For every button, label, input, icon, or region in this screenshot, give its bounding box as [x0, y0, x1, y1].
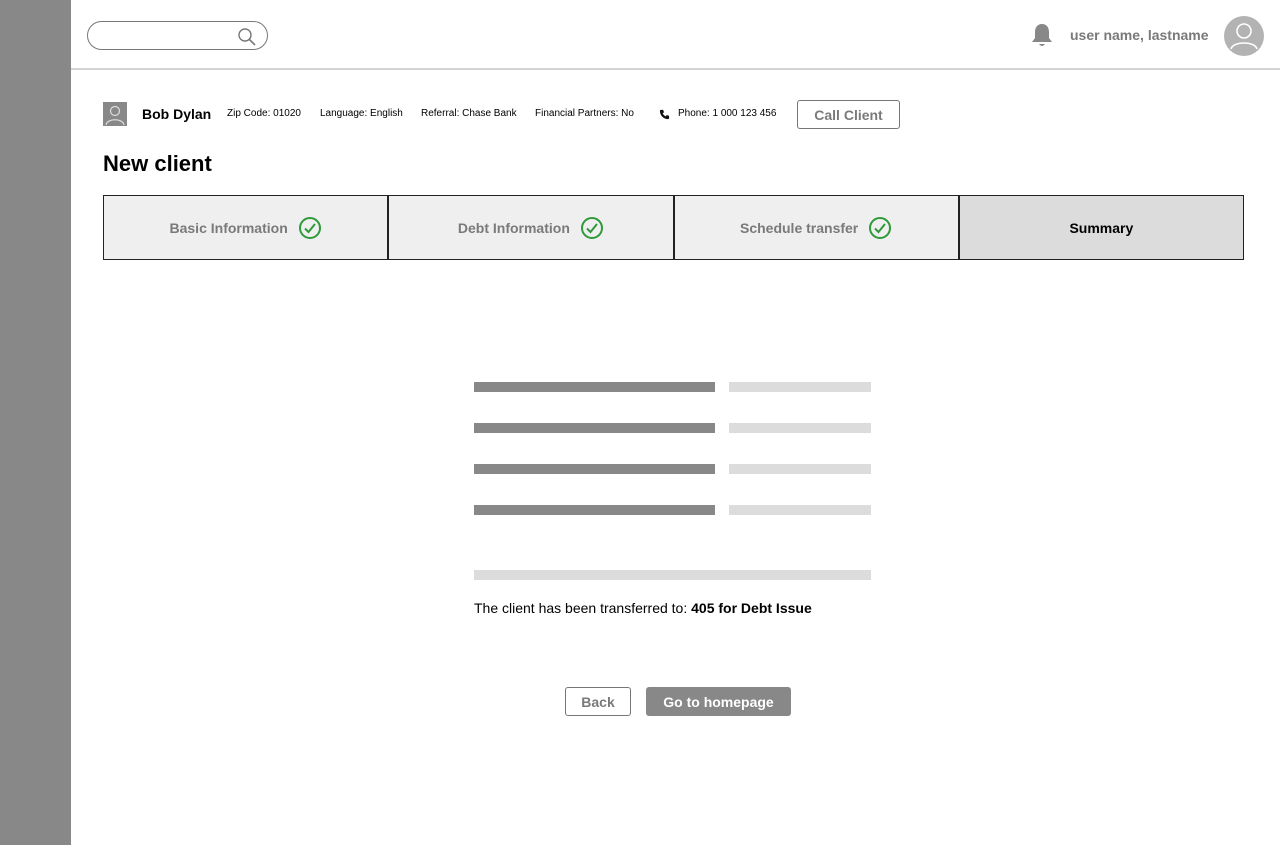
client-avatar: [103, 102, 127, 126]
wizard-steps: Basic Information Debt Information Sched…: [103, 195, 1244, 260]
client-user-icon: [105, 105, 125, 126]
search-input[interactable]: [98, 26, 233, 46]
go-to-homepage-button[interactable]: Go to homepage: [646, 687, 791, 716]
summary-value-placeholder: [729, 505, 871, 515]
step-label: Basic Information: [169, 219, 288, 236]
check-circle-icon: [869, 216, 892, 239]
summary-value-placeholder: [729, 423, 871, 433]
summary-divider-placeholder: [474, 570, 871, 580]
summary-label-placeholder: [474, 505, 715, 515]
page-title: New client: [103, 151, 212, 176]
step-label: Schedule transfer: [739, 219, 859, 236]
top-bar: user name, lastname: [71, 0, 1280, 70]
client-phone: Phone: 1 000 123 456: [678, 108, 777, 119]
step-schedule-transfer[interactable]: Schedule transfer: [674, 196, 960, 259]
user-icon: [1230, 23, 1258, 50]
summary-label-placeholder: [474, 464, 715, 474]
search-icon[interactable]: [237, 27, 257, 47]
check-circle-icon: [298, 216, 321, 239]
summary-row: [474, 464, 871, 474]
step-summary[interactable]: Summary: [959, 196, 1243, 259]
step-label: Summary: [1069, 219, 1134, 236]
transfer-prefix: The client has been transferred to:: [474, 600, 688, 616]
summary-value-placeholder: [729, 382, 871, 392]
left-sidebar: [0, 0, 71, 845]
transfer-target: 405 for Debt Issue: [691, 600, 812, 616]
summary-row: [474, 423, 871, 433]
summary-row: [474, 382, 871, 392]
client-name: Bob Dylan: [142, 106, 212, 122]
transfer-message: The client has been transferred to: 405 …: [474, 600, 812, 616]
phone-icon: [659, 109, 670, 120]
client-referral: Referral: Chase Bank: [421, 108, 517, 119]
client-financial-partners: Financial Partners: No: [535, 108, 634, 119]
step-basic-information[interactable]: Basic Information: [104, 196, 390, 259]
step-debt-information[interactable]: Debt Information: [389, 196, 675, 259]
client-language: Language: English: [320, 108, 403, 119]
bell-icon[interactable]: [1030, 22, 1054, 48]
client-zip: Zip Code: 01020: [227, 108, 301, 119]
search-box[interactable]: [87, 21, 268, 50]
summary-value-placeholder: [729, 464, 871, 474]
back-button[interactable]: Back: [565, 687, 631, 716]
user-name[interactable]: user name, lastname: [1070, 27, 1209, 43]
call-client-button[interactable]: Call Client: [797, 100, 900, 129]
summary-label-placeholder: [474, 382, 715, 392]
summary-row: [474, 505, 871, 515]
check-circle-icon: [580, 216, 603, 239]
summary-placeholder-lines: [474, 382, 871, 546]
user-avatar[interactable]: [1224, 16, 1264, 56]
step-label: Debt Information: [457, 219, 570, 236]
summary-label-placeholder: [474, 423, 715, 433]
